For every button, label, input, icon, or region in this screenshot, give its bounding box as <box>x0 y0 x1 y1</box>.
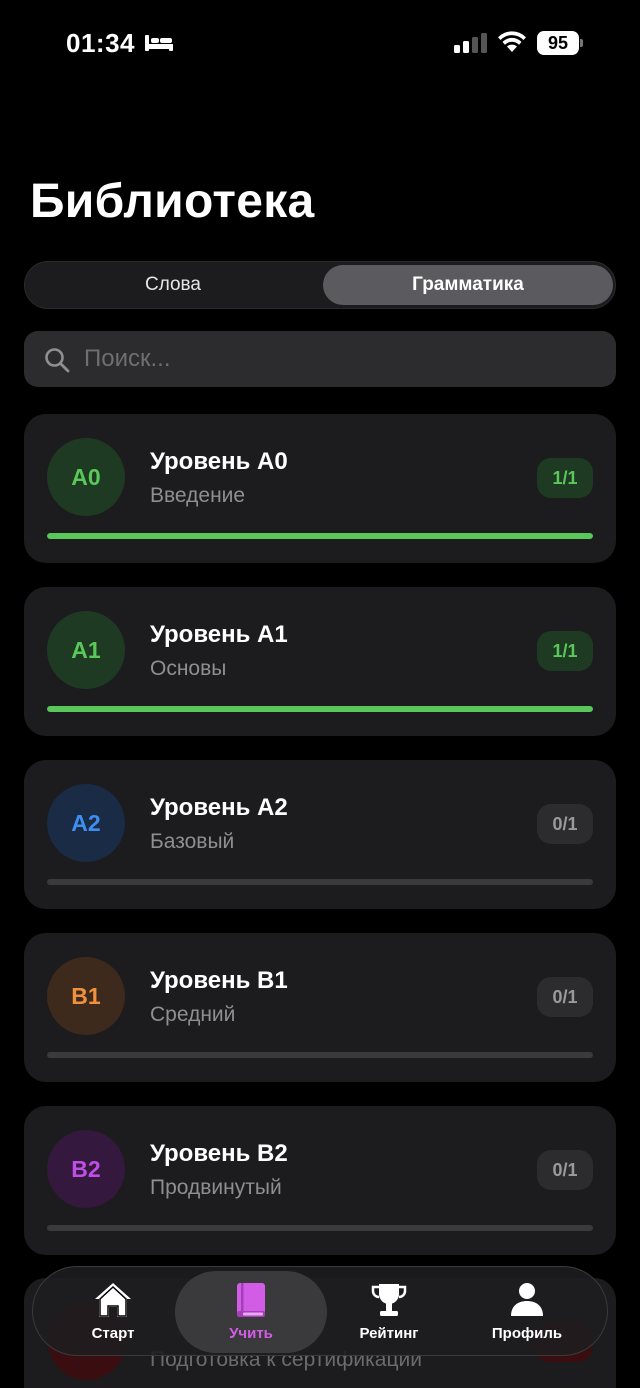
search-input[interactable] <box>84 331 604 387</box>
book-icon <box>237 1283 265 1317</box>
battery-indicator: 95 <box>537 31 583 55</box>
segment-words[interactable]: Слова <box>28 265 318 305</box>
level-progress-fill <box>47 706 593 712</box>
bed-icon <box>145 35 173 51</box>
level-progress-bar <box>47 1225 593 1231</box>
tab-profile[interactable]: Профиль <box>455 1267 599 1357</box>
level-card-a2[interactable]: A2 Уровень A2 Базовый 0/1 <box>24 760 616 909</box>
trophy-icon <box>371 1284 407 1316</box>
level-subtitle: Введение <box>150 484 246 507</box>
level-progress-bar <box>47 1052 593 1058</box>
level-title: Уровень A0 <box>150 448 288 475</box>
tab-learn[interactable]: Учить <box>179 1267 323 1357</box>
segmented-control: Слова Грамматика <box>24 261 616 309</box>
level-progress-count: 1/1 <box>537 631 593 671</box>
segment-grammar[interactable]: Грамматика <box>323 265 613 305</box>
tab-bar: Старт Учить Рейтинг Профиль <box>32 1266 608 1356</box>
level-badge: A2 <box>47 784 125 862</box>
level-progress-bar <box>47 533 593 539</box>
battery-level: 95 <box>537 31 579 55</box>
level-progress-count: 0/1 <box>537 804 593 844</box>
battery-tip <box>580 39 583 47</box>
status-time: 01:34 <box>66 28 135 58</box>
status-bar: 01:34 95 <box>0 0 640 90</box>
page-title: Библиотека <box>30 175 315 228</box>
level-card-a0[interactable]: A0 Уровень A0 Введение 1/1 <box>24 414 616 563</box>
tab-label: Учить <box>229 1325 273 1342</box>
level-title: Уровень A2 <box>150 794 288 821</box>
level-progress-count: 1/1 <box>537 458 593 498</box>
level-progress-count: 0/1 <box>537 977 593 1017</box>
level-badge: B2 <box>47 1130 125 1208</box>
level-card-b1[interactable]: B1 Уровень B1 Средний 0/1 <box>24 933 616 1082</box>
level-subtitle: Основы <box>150 657 227 680</box>
level-progress-bar <box>47 879 593 885</box>
level-title: Уровень B2 <box>150 1140 288 1167</box>
level-badge: A0 <box>47 438 125 516</box>
search-bar[interactable] <box>24 331 616 387</box>
cellular-signal-icon <box>454 33 487 53</box>
level-subtitle: Средний <box>150 1003 236 1026</box>
level-title: Уровень B1 <box>150 967 288 994</box>
level-badge: A1 <box>47 611 125 689</box>
search-icon <box>45 348 70 373</box>
level-progress-fill <box>47 533 593 539</box>
wifi-icon <box>498 31 526 52</box>
level-badge: B1 <box>47 957 125 1035</box>
person-icon <box>511 1283 543 1316</box>
home-icon <box>95 1283 131 1317</box>
level-title: Уровень A1 <box>150 621 288 648</box>
tab-start[interactable]: Старт <box>41 1267 185 1357</box>
level-progress-bar <box>47 706 593 712</box>
level-progress-count: 0/1 <box>537 1150 593 1190</box>
level-card-a1[interactable]: A1 Уровень A1 Основы 1/1 <box>24 587 616 736</box>
level-subtitle: Базовый <box>150 830 235 853</box>
tab-rating[interactable]: Рейтинг <box>317 1267 461 1357</box>
level-card-b2[interactable]: B2 Уровень B2 Продвинутый 0/1 <box>24 1106 616 1255</box>
tab-label: Старт <box>91 1325 135 1342</box>
level-subtitle: Продвинутый <box>150 1176 282 1199</box>
tab-label: Профиль <box>491 1325 563 1342</box>
tab-label: Рейтинг <box>359 1325 419 1342</box>
